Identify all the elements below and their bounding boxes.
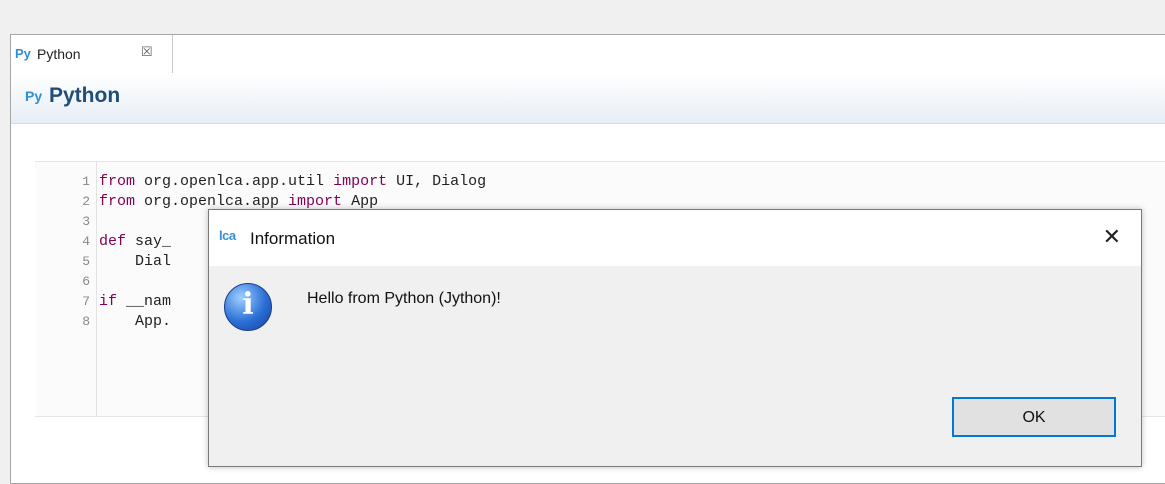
code-keyword: def xyxy=(99,233,127,250)
line-number: 4 xyxy=(82,234,90,249)
tab-python[interactable]: Py Python ☒ xyxy=(11,35,173,73)
openlca-logo-icon: lca xyxy=(219,228,236,243)
dialog-title-bar[interactable]: lca Information ✕ xyxy=(209,210,1141,266)
code-line: 1 from org.openlca.app.util import UI, Di… xyxy=(35,172,1165,192)
dialog-message: Hello from Python (Jython)! xyxy=(307,290,501,307)
code-token: UI, Dialog xyxy=(387,173,487,190)
code-token: __nam xyxy=(117,293,172,310)
code-keyword: from xyxy=(99,173,136,190)
code-keyword: if xyxy=(99,293,118,310)
ok-button-label: OK xyxy=(1022,409,1046,426)
code-text: App. xyxy=(99,312,171,332)
code-token: org.openlca.app.util xyxy=(135,173,334,190)
tab-label: Python xyxy=(37,46,81,62)
code-token: App. xyxy=(99,313,172,330)
tab-strip: Py Python ☒ xyxy=(11,35,1165,74)
page-title: Python xyxy=(49,84,121,107)
code-keyword: import xyxy=(333,173,388,190)
code-text: from org.openlca.app.util import UI, Dia… xyxy=(99,172,486,192)
python-icon: Py xyxy=(25,88,43,104)
code-keyword: import xyxy=(288,193,343,210)
line-number: 8 xyxy=(82,314,90,329)
information-icon: i xyxy=(224,283,272,331)
line-number: 5 xyxy=(82,254,90,269)
information-dialog: lca Information ✕ i Hello from Python (J… xyxy=(208,209,1142,467)
information-glyph: i xyxy=(242,287,254,322)
dialog-title: Information xyxy=(250,229,336,248)
ok-button[interactable]: OK xyxy=(952,397,1116,437)
code-text: def say_ xyxy=(99,232,171,252)
code-token: say_ xyxy=(126,233,172,250)
code-token: Dial xyxy=(99,253,172,270)
line-number: 1 xyxy=(82,174,90,189)
line-number: 3 xyxy=(82,214,90,229)
close-tab-icon[interactable]: ☒ xyxy=(141,44,153,60)
editor-header: Py Python xyxy=(11,73,1165,124)
code-token: org.openlca.app xyxy=(135,193,289,210)
code-text: if __nam xyxy=(99,292,171,312)
python-icon: Py xyxy=(15,46,31,61)
code-keyword: from xyxy=(99,193,136,210)
line-number: 6 xyxy=(82,274,90,289)
code-text: Dial xyxy=(99,252,171,272)
code-token: App xyxy=(342,193,379,210)
close-icon[interactable]: ✕ xyxy=(1103,224,1121,250)
line-number: 7 xyxy=(82,294,90,309)
line-number: 2 xyxy=(82,194,90,209)
